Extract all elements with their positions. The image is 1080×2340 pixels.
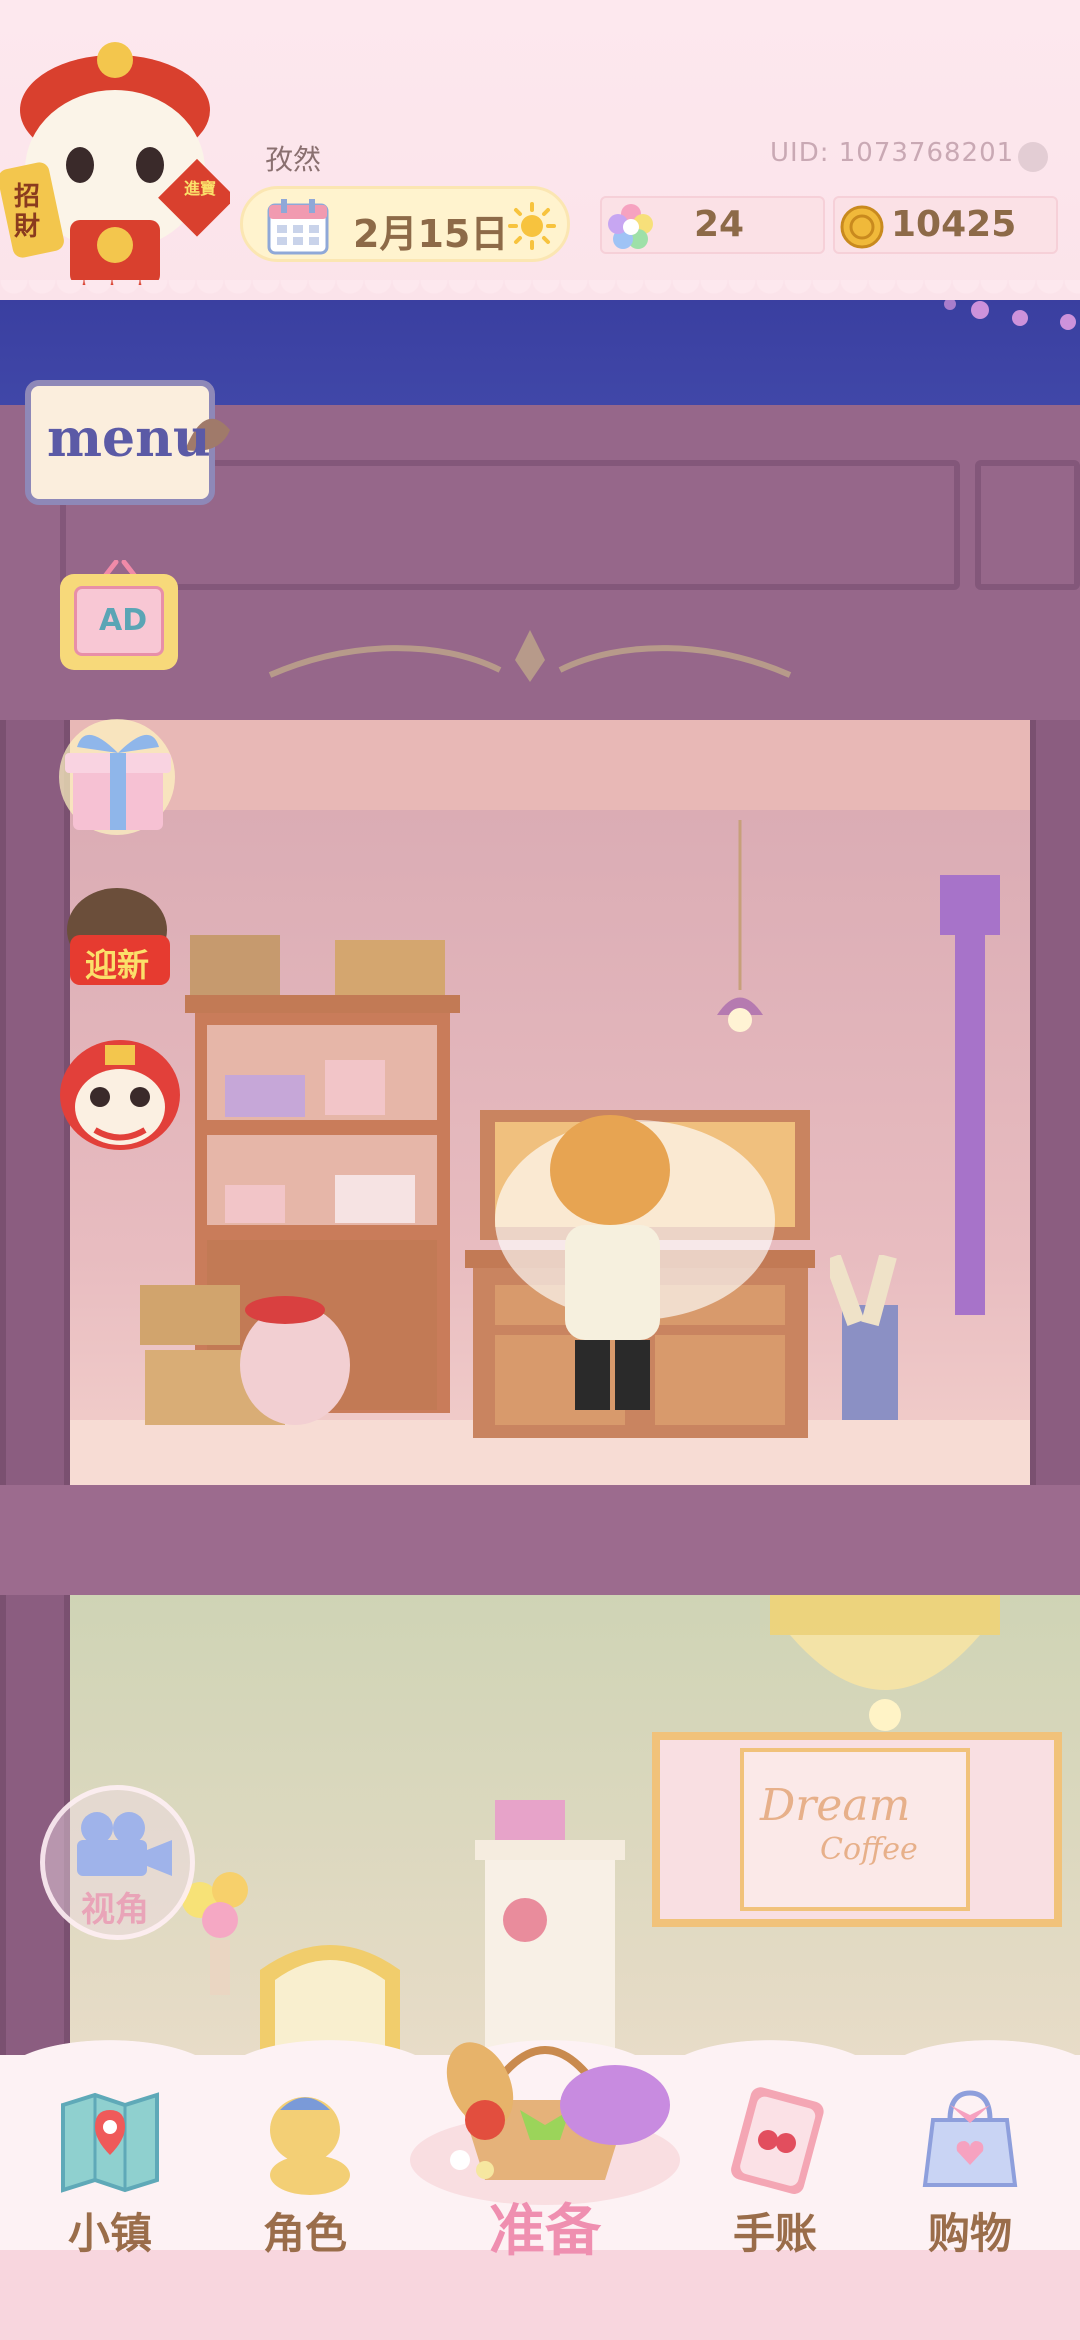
nav-shopping-label: 购物 [927,2209,1012,2258]
new-year-cat-button[interactable]: 迎新 [55,880,180,995]
lion-dance-button[interactable] [55,1035,185,1160]
wall-ornament [268,630,792,682]
sign-coffee: Coffee [820,1832,918,1867]
floor-slab [0,1485,1080,1595]
camera-label: 视角 [81,1890,149,1930]
lion-avatar-icon [0,42,236,285]
dream-coffee-sign: Dream Coffee [652,1732,1062,1927]
lion-dance-icon [60,1040,180,1150]
shopping-bag-icon [922,2090,1018,2187]
avatar-badge-left: 招財 [14,182,41,242]
nav-shopping[interactable]: 购物 [885,2080,1055,2260]
avatar[interactable]: 招財 進寶 [0,40,236,290]
menu-label: menu [47,408,211,469]
tv-icon: AD [60,574,178,670]
header-scallop-edge [0,280,1080,308]
coin-count: 10425 [891,204,1017,245]
basket-icon [410,2042,680,2205]
camera-view-button[interactable]: 视角 [40,1785,195,1940]
purple-post [940,875,1000,1315]
wall-panel [975,460,1080,590]
date-weather-pill[interactable]: 2月15日 [240,186,570,262]
scroll-bin[interactable] [830,1255,910,1425]
avatar-badge-right: 進寶 [183,179,216,198]
coin-counter[interactable]: 10425 [833,196,1058,254]
journal-icon [731,2087,824,2194]
nav-character-label: 角色 [262,2209,347,2258]
nav-journal[interactable]: 手账 [690,2080,860,2260]
sign-dream: Dream [760,1780,911,1831]
nav-journal-label: 手账 [732,2209,817,2258]
ad-label: AD [99,603,148,638]
gift-button[interactable] [55,715,180,840]
hanging-lamp[interactable] [705,820,775,1040]
gift-icon [59,719,175,835]
nav-town[interactable]: 小镇 [25,2080,195,2260]
ad-button[interactable]: AD [60,560,178,670]
gem-count: 24 [694,204,745,245]
player-character[interactable] [490,1110,780,1430]
rainbow-gem-icon [608,204,653,249]
chandelier[interactable] [770,1595,1000,1755]
calendar-icon [267,199,329,255]
date-label: 2月15日 [353,212,509,256]
copy-icon[interactable] [1018,142,1048,172]
username: 孜然 [265,143,322,176]
gem-counter[interactable]: 24 [600,196,825,254]
menu-button[interactable]: menu [25,360,240,510]
cat-badge-label: 迎新 [85,946,150,984]
nav-character[interactable]: 角色 [220,2080,390,2260]
nav-prepare-label: 准备 [489,2199,601,2264]
sun-icon [508,202,556,250]
room-ceiling [70,720,1030,810]
map-icon [61,2092,159,2193]
coin-icon [840,205,884,249]
top-bar: 招財 進寶 孜然 UID: 1073768201 2月15日 24 10425 [0,0,1080,300]
camera-icon [77,1812,172,1876]
nav-prepare[interactable]: 准备 [400,2010,690,2264]
nav-town-label: 小镇 [67,2209,152,2258]
cardboard-boxes[interactable] [135,1275,355,1455]
right-column [1030,720,1080,1490]
uid-label: UID: 1073768201 [770,138,1015,168]
character-icon [270,2097,350,2195]
